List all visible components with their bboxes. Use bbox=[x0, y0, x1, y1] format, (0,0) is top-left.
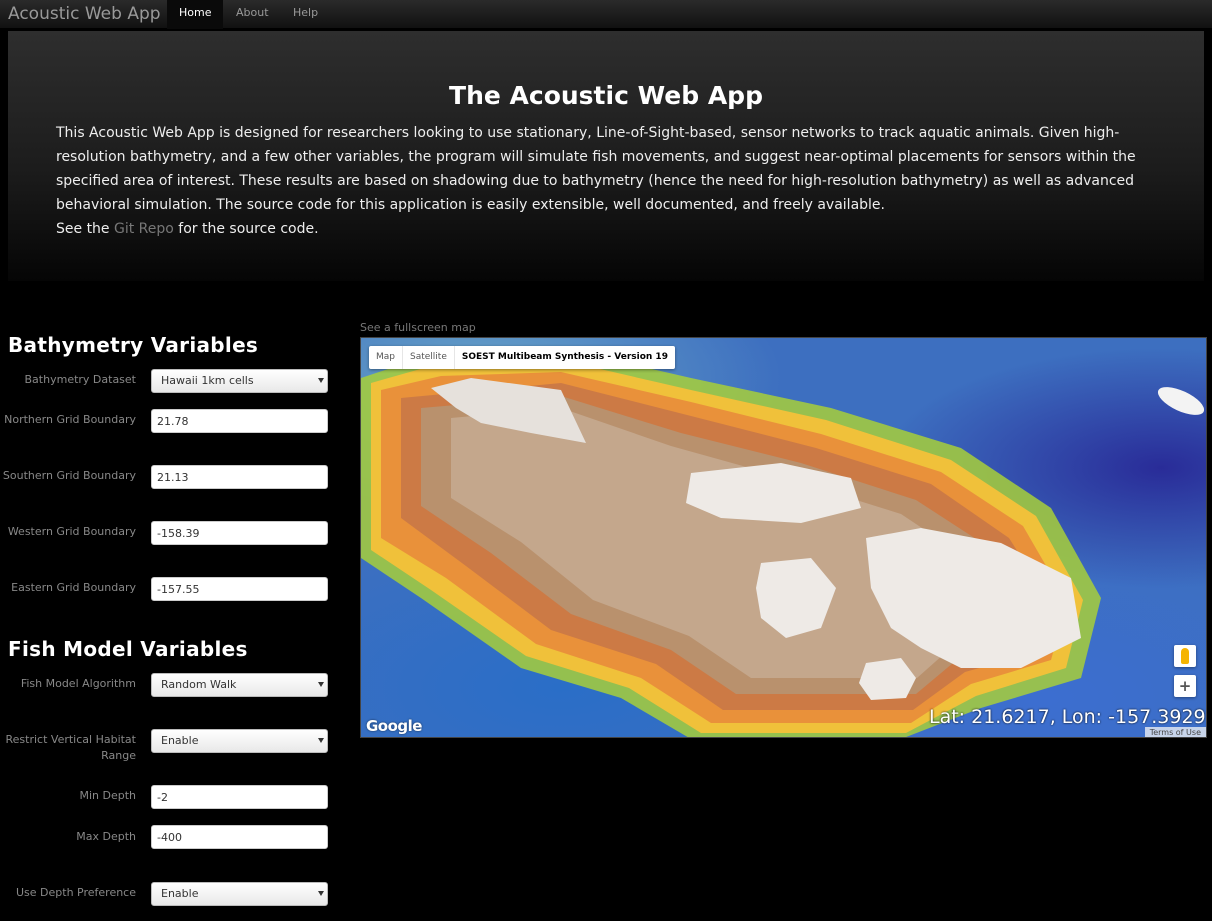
zoom-in-button[interactable]: + bbox=[1174, 675, 1196, 697]
google-logo: Google bbox=[366, 717, 422, 735]
south-input[interactable] bbox=[151, 465, 328, 489]
restrict-select-value: Enable bbox=[161, 734, 199, 747]
south-label: Southern Grid Boundary bbox=[2, 469, 136, 482]
dataset-label: Bathymetry Dataset bbox=[24, 373, 136, 386]
hero-source-line: See the Git Repo for the source code. bbox=[56, 217, 319, 241]
page-title: The Acoustic Web App bbox=[449, 81, 763, 110]
algorithm-select[interactable]: Random Walk bbox=[151, 673, 328, 697]
pegman-figure-icon bbox=[1181, 648, 1189, 664]
west-label: Western Grid Boundary bbox=[7, 525, 136, 538]
brand-link[interactable]: Acoustic Web App bbox=[8, 4, 161, 24]
depth-pref-select-value: Enable bbox=[161, 887, 199, 900]
fish-model-heading: Fish Model Variables bbox=[8, 637, 248, 661]
bathymetry-map-image bbox=[361, 348, 1205, 737]
fullscreen-map-link[interactable]: See a fullscreen map bbox=[360, 321, 476, 334]
algorithm-label: Fish Model Algorithm bbox=[20, 677, 136, 690]
algorithm-select-value: Random Walk bbox=[161, 678, 237, 691]
dataset-select[interactable]: Hawaii 1km cells bbox=[151, 369, 328, 393]
dropdown-arrow-icon bbox=[318, 891, 324, 896]
dropdown-arrow-icon bbox=[318, 378, 324, 383]
hero-banner: The Acoustic Web App This Acoustic Web A… bbox=[8, 31, 1204, 281]
hero-see-prefix: See the bbox=[56, 221, 114, 237]
terms-of-use-link[interactable]: Terms of Use bbox=[1144, 727, 1206, 737]
navbar: Acoustic Web App Home About Help bbox=[0, 0, 1212, 29]
dropdown-arrow-icon bbox=[318, 682, 324, 687]
map-type-soest[interactable]: SOEST Multibeam Synthesis - Version 19 bbox=[455, 346, 675, 369]
coordinate-readout: Lat: 21.6217, Lon: -157.3929 bbox=[929, 706, 1206, 728]
bathymetry-heading: Bathymetry Variables bbox=[8, 333, 259, 357]
bathymetry-map[interactable]: Map Satellite SOEST Multibeam Synthesis … bbox=[360, 337, 1207, 738]
east-label: Eastern Grid Boundary bbox=[11, 581, 136, 594]
restrict-label: Restrict Vertical Habitat Range bbox=[5, 733, 137, 762]
max-depth-input[interactable] bbox=[151, 825, 328, 849]
min-depth-label: Min Depth bbox=[79, 789, 136, 802]
depth-pref-label: Use Depth Preference bbox=[15, 886, 136, 899]
restrict-select[interactable]: Enable bbox=[151, 729, 328, 753]
pegman-icon[interactable] bbox=[1174, 645, 1196, 667]
git-repo-link[interactable]: Git Repo bbox=[114, 221, 174, 237]
map-type-map[interactable]: Map bbox=[369, 346, 403, 369]
max-depth-label: Max Depth bbox=[76, 830, 136, 843]
hero-see-suffix: for the source code. bbox=[173, 221, 319, 237]
dataset-select-value: Hawaii 1km cells bbox=[161, 374, 254, 387]
map-type-satellite[interactable]: Satellite bbox=[403, 346, 455, 369]
hero-description: This Acoustic Web App is designed for re… bbox=[56, 125, 1136, 213]
dropdown-arrow-icon bbox=[318, 738, 324, 743]
north-label: Northern Grid Boundary bbox=[4, 413, 136, 426]
depth-pref-select[interactable]: Enable bbox=[151, 882, 328, 906]
nav-home[interactable]: Home bbox=[167, 0, 224, 29]
north-input[interactable] bbox=[151, 409, 328, 433]
nav-about[interactable]: About bbox=[224, 0, 281, 29]
map-type-controls: Map Satellite SOEST Multibeam Synthesis … bbox=[369, 346, 675, 369]
west-input[interactable] bbox=[151, 521, 328, 545]
east-input[interactable] bbox=[151, 577, 328, 601]
min-depth-input[interactable] bbox=[151, 785, 328, 809]
nav-help[interactable]: Help bbox=[281, 0, 330, 29]
